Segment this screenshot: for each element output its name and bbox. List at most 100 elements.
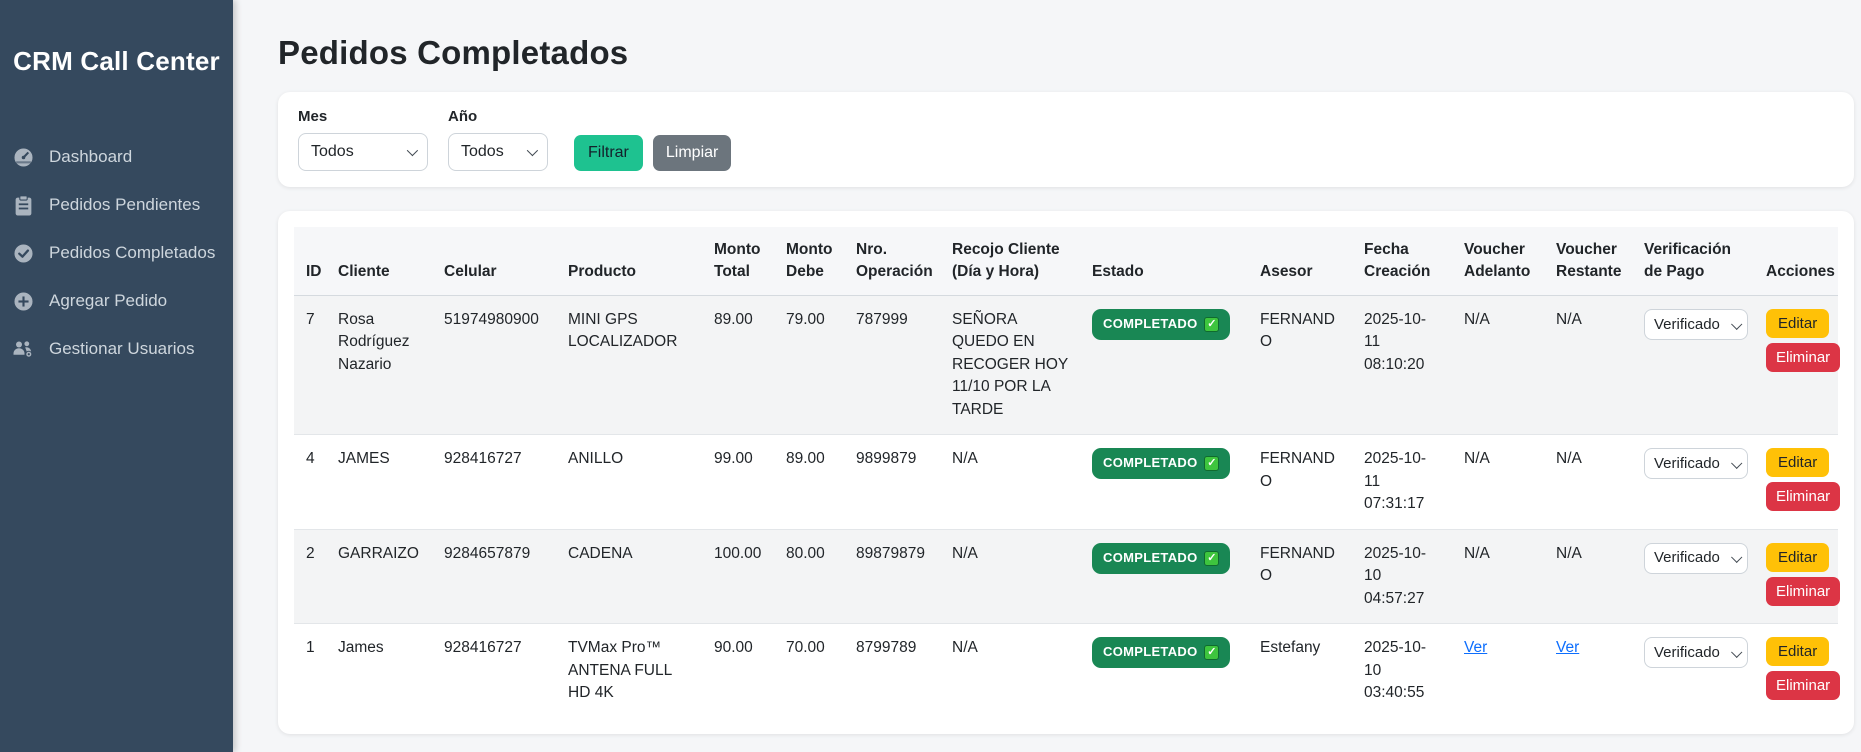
cell-voucher-adelanto: Ver: [1452, 624, 1544, 718]
editar-button[interactable]: Editar: [1766, 448, 1829, 477]
cell-fecha: 2025-10-11 07:31:17: [1352, 435, 1452, 529]
chevron-down-icon: [1731, 457, 1742, 468]
eliminar-button[interactable]: Eliminar: [1766, 671, 1840, 700]
mes-select-value: Todos: [311, 143, 354, 161]
status-badge: COMPLETADO ✓: [1092, 309, 1230, 340]
voucher-restante-value: N/A: [1556, 450, 1582, 467]
cell-fecha: 2025-10-11 08:10:20: [1352, 296, 1452, 435]
voucher-adelanto-value: N/A: [1464, 450, 1490, 467]
cell-producto: CADENA: [556, 529, 702, 623]
check-mark-icon: ✓: [1204, 317, 1219, 332]
filter-group-ano: Año Todos: [448, 108, 548, 171]
column-header-6: Monto Debe: [774, 227, 844, 296]
cell-id: 7: [294, 296, 326, 435]
filter-card: Mes Todos Año Todos Filtrar Limpiar: [278, 92, 1854, 187]
editar-button[interactable]: Editar: [1766, 543, 1829, 572]
ano-select[interactable]: Todos: [448, 133, 548, 171]
ano-select-value: Todos: [461, 143, 504, 161]
limpiar-button[interactable]: Limpiar: [653, 135, 731, 171]
cell-asesor: FERNANDO: [1248, 529, 1352, 623]
column-header-9: Estado: [1080, 227, 1248, 296]
verificacion-select[interactable]: Verificado: [1644, 543, 1748, 574]
cell-id: 4: [294, 435, 326, 529]
sidebar-item-label: Pedidos Completados: [49, 243, 215, 263]
verificacion-select-value: Verificado: [1654, 453, 1730, 475]
voucher-adelanto-value: N/A: [1464, 545, 1490, 562]
cell-acciones: Editar Eliminar: [1754, 624, 1838, 718]
cell-voucher-adelanto: N/A: [1452, 529, 1544, 623]
column-header-15: Acciones: [1754, 227, 1838, 296]
cell-asesor: Estefany: [1248, 624, 1352, 718]
sidebar-item-gestionar-usuarios[interactable]: Gestionar Usuarios: [0, 325, 233, 373]
cell-celular: 51974980900: [432, 296, 556, 435]
editar-button[interactable]: Editar: [1766, 637, 1829, 666]
verificacion-select[interactable]: Verificado: [1644, 448, 1748, 479]
column-header-1: ID: [294, 227, 326, 296]
plus-circle-icon: [12, 290, 34, 312]
cell-voucher-adelanto: N/A: [1452, 296, 1544, 435]
cell-verificacion: Verificado: [1632, 529, 1754, 623]
main-content: Pedidos Completados Mes Todos Año Todos …: [233, 0, 1861, 752]
chevron-down-icon: [1731, 646, 1742, 657]
ver-voucher-link[interactable]: Ver: [1464, 639, 1487, 656]
status-badge: COMPLETADO ✓: [1092, 448, 1230, 479]
check-mark-icon: ✓: [1204, 645, 1219, 660]
cell-celular: 928416727: [432, 435, 556, 529]
cell-monto-debe: 70.00: [774, 624, 844, 718]
cell-estado: COMPLETADO ✓: [1080, 529, 1248, 623]
cell-asesor: FERNANDO: [1248, 296, 1352, 435]
ver-voucher-link[interactable]: Ver: [1556, 639, 1579, 656]
filter-group-mes: Mes Todos: [298, 108, 428, 171]
filtrar-button[interactable]: Filtrar: [574, 135, 643, 171]
sidebar-item-pedidos-completados[interactable]: Pedidos Completados: [0, 229, 233, 277]
sidebar-item-label: Gestionar Usuarios: [49, 339, 195, 359]
cell-estado: COMPLETADO ✓: [1080, 296, 1248, 435]
eliminar-button[interactable]: Eliminar: [1766, 482, 1840, 511]
eliminar-button[interactable]: Eliminar: [1766, 343, 1840, 372]
sidebar-item-pedidos-pendientes[interactable]: Pedidos Pendientes: [0, 181, 233, 229]
verificacion-select-value: Verificado: [1654, 314, 1730, 336]
chevron-down-icon: [407, 145, 418, 156]
cell-id: 2: [294, 529, 326, 623]
sidebar-item-label: Dashboard: [49, 147, 132, 167]
cell-estado: COMPLETADO ✓: [1080, 435, 1248, 529]
column-header-8: Recojo Cliente (Día y Hora): [940, 227, 1080, 296]
cell-recojo: SEÑORA QUEDO EN RECOGER HOY 11/10 POR LA…: [940, 296, 1080, 435]
verificacion-select[interactable]: Verificado: [1644, 309, 1748, 340]
cell-fecha: 2025-10-10 03:40:55: [1352, 624, 1452, 718]
cell-nro-operacion: 8799789: [844, 624, 940, 718]
eliminar-button[interactable]: Eliminar: [1766, 577, 1840, 606]
sidebar-item-dashboard[interactable]: Dashboard: [0, 133, 233, 181]
sidebar-item-label: Pedidos Pendientes: [49, 195, 200, 215]
cell-recojo: N/A: [940, 529, 1080, 623]
cell-producto: TVMax Pro™ ANTENA FULL HD 4K: [556, 624, 702, 718]
cell-monto-total: 100.00: [702, 529, 774, 623]
cell-cliente: JAMES: [326, 435, 432, 529]
cell-cliente: James: [326, 624, 432, 718]
table-row: 4 JAMES 928416727 ANILLO 99.00 89.00 989…: [294, 435, 1838, 529]
verificacion-select[interactable]: Verificado: [1644, 637, 1748, 668]
ano-label: Año: [448, 108, 548, 125]
cell-recojo: N/A: [940, 624, 1080, 718]
cell-acciones: Editar Eliminar: [1754, 435, 1838, 529]
cell-cliente: Rosa Rodríguez Nazario: [326, 296, 432, 435]
cell-verificacion: Verificado: [1632, 435, 1754, 529]
sidebar-item-label: Agregar Pedido: [49, 291, 167, 311]
cell-cliente: GARRAIZO: [326, 529, 432, 623]
cell-monto-total: 90.00: [702, 624, 774, 718]
cell-recojo: N/A: [940, 435, 1080, 529]
check-mark-icon: ✓: [1204, 551, 1219, 566]
column-header-2: Cliente: [326, 227, 432, 296]
column-header-13: Voucher Restante: [1544, 227, 1632, 296]
table-header-row: IDClienteCelularProductoMonto TotalMonto…: [294, 227, 1838, 296]
sidebar-item-agregar-pedido[interactable]: Agregar Pedido: [0, 277, 233, 325]
cell-verificacion: Verificado: [1632, 296, 1754, 435]
sidebar-nav: Dashboard Pedidos Pendientes Pedidos Com…: [0, 133, 233, 373]
table-row: 2 GARRAIZO 9284657879 CADENA 100.00 80.0…: [294, 529, 1838, 623]
cell-producto: MINI GPS LOCALIZADOR: [556, 296, 702, 435]
cell-verificacion: Verificado: [1632, 624, 1754, 718]
cell-voucher-restante: N/A: [1544, 296, 1632, 435]
cell-voucher-restante: N/A: [1544, 529, 1632, 623]
mes-select[interactable]: Todos: [298, 133, 428, 171]
editar-button[interactable]: Editar: [1766, 309, 1829, 338]
